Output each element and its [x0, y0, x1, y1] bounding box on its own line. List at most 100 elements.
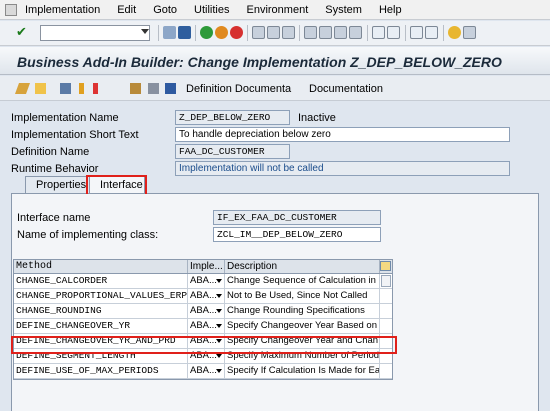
menu-implementation[interactable]: Implementation	[25, 4, 100, 16]
menu-utilities[interactable]: Utilities	[194, 4, 229, 16]
chevron-down-icon[interactable]	[216, 324, 222, 328]
enter-check-icon[interactable]: ✔	[16, 25, 28, 38]
layout-icon[interactable]	[410, 26, 423, 39]
implementation-value: ABA...	[190, 320, 217, 331]
methods-table: Method Imple... Description CHANGE_CALCO…	[13, 259, 393, 380]
activate-icon[interactable]	[35, 83, 46, 94]
customize-icon[interactable]	[425, 26, 438, 39]
implementation-cell[interactable]: ABA...	[188, 349, 225, 363]
cancel-icon[interactable]	[230, 26, 243, 39]
previous-page-icon[interactable]	[319, 26, 332, 39]
method-cell[interactable]: DEFINE_USE_OF_MAX_PERIODS	[14, 364, 188, 378]
chevron-down-icon[interactable]	[216, 279, 222, 283]
toolbar-separator	[247, 25, 248, 41]
last-page-icon[interactable]	[349, 26, 362, 39]
command-dropdown-icon[interactable]	[141, 29, 149, 34]
description-cell: Change Sequence of Calculation in	[225, 274, 380, 288]
tab-properties[interactable]: Properties	[25, 176, 87, 194]
row-spacer	[380, 364, 392, 378]
column-description[interactable]: Description	[225, 260, 380, 273]
display-change-icon[interactable]	[14, 83, 31, 94]
menu-goto[interactable]: Goto	[153, 4, 177, 16]
back-history-icon[interactable]	[163, 26, 176, 39]
table-row[interactable]: DEFINE_SEGMENT_LENGTH ABA... Specify Maxim…	[14, 349, 392, 364]
implementing-class-field[interactable]: ZCL_IM__DEP_BELOW_ZERO	[213, 227, 381, 242]
row-spacer	[380, 349, 392, 363]
chevron-down-icon[interactable]	[216, 309, 222, 313]
table-scrollbar[interactable]	[381, 275, 391, 287]
command-field[interactable]	[40, 25, 150, 41]
column-implementation[interactable]: Imple...	[188, 260, 225, 273]
method-cell[interactable]: DEFINE_CHANGEOVER_YR_AND_PRD	[14, 334, 188, 348]
implementation-value: ABA...	[190, 365, 217, 376]
documentation-info-icon[interactable]	[165, 83, 176, 94]
create-shortcut-icon[interactable]	[387, 26, 400, 39]
chevron-down-icon[interactable]	[216, 369, 222, 373]
first-page-icon[interactable]	[304, 26, 317, 39]
save-icon[interactable]	[178, 26, 191, 39]
method-cell[interactable]: DEFINE_SEGMENT_LENGTH	[14, 349, 188, 363]
window-menu-icon[interactable]	[5, 3, 17, 16]
hierarchy-icon[interactable]	[60, 83, 71, 94]
method-cell[interactable]: CHANGE_PROPORTIONAL_VALUES_ERP	[14, 289, 188, 303]
print-icon[interactable]	[252, 26, 265, 39]
menu-help[interactable]: Help	[379, 4, 402, 16]
table-row[interactable]: DEFINE_USE_OF_MAX_PERIODS ABA... Specify I…	[14, 364, 392, 379]
method-cell[interactable]: CHANGE_ROUNDING	[14, 304, 188, 318]
method-cell[interactable]: CHANGE_CALCORDER	[14, 274, 188, 288]
find-next-icon[interactable]	[282, 26, 295, 39]
implementation-value: ABA...	[190, 275, 217, 286]
info-icon[interactable]	[79, 83, 84, 94]
implementation-cell[interactable]: ABA...	[188, 364, 225, 378]
menu-edit[interactable]: Edit	[117, 4, 136, 16]
implementation-cell[interactable]: ABA...	[188, 319, 225, 333]
help-icon[interactable]	[448, 26, 461, 39]
table-settings-icon[interactable]	[380, 261, 391, 271]
description-cell: Specify Maximum Number of Periods	[227, 349, 380, 363]
description-cell: Specify Changeover Year and Chan	[227, 334, 380, 348]
table-row[interactable]: DEFINE_CHANGEOVER_YR_AND_PRD ABA... Specif…	[14, 334, 392, 349]
toolbar-separator	[195, 25, 196, 41]
description-cell: Specify Changeover Year Based on	[225, 319, 380, 333]
new-session-icon[interactable]	[372, 26, 385, 39]
column-method[interactable]: Method	[14, 260, 188, 273]
menu-environment[interactable]: Environment	[247, 4, 309, 16]
toolbar-separator	[299, 25, 300, 41]
table-row[interactable]: CHANGE_ROUNDING ABA... Change Rounding Spe…	[14, 304, 392, 319]
title-bar: Business Add-In Builder: Change Implemen…	[0, 47, 550, 75]
flag-icon[interactable]	[93, 83, 98, 94]
definition-documentation-button[interactable]: Definition Documenta	[186, 83, 291, 95]
back-icon[interactable]	[200, 26, 213, 39]
implementation-cell[interactable]: ABA...	[188, 274, 225, 288]
exit-icon[interactable]	[215, 26, 228, 39]
runtime-behavior-field: Implementation will not be called	[175, 161, 510, 176]
menu-system[interactable]: System	[325, 4, 362, 16]
row-spacer	[380, 319, 392, 333]
short-text-field[interactable]: To handle depreciation below zero	[175, 127, 510, 142]
next-page-icon[interactable]	[334, 26, 347, 39]
short-text-label: Implementation Short Text	[11, 129, 139, 141]
table-row[interactable]: DEFINE_CHANGEOVER_YR ABA... Specify Change…	[14, 319, 392, 334]
settings-icon[interactable]	[463, 26, 476, 39]
interface-name-field: IF_EX_FAA_DC_CUSTOMER	[213, 210, 381, 225]
implementation-name-label: Implementation Name	[11, 112, 119, 124]
find-icon[interactable]	[267, 26, 280, 39]
table-row[interactable]: CHANGE_PROPORTIONAL_VALUES_ERP ABA... Not …	[14, 289, 392, 304]
chevron-down-icon[interactable]	[216, 339, 222, 343]
implementation-value: ABA...	[190, 305, 217, 316]
tab-interface[interactable]: Interface	[89, 176, 145, 194]
implementation-cell[interactable]: ABA...	[188, 334, 225, 348]
implementation-cell[interactable]: ABA...	[188, 304, 225, 318]
method-cell[interactable]: DEFINE_CHANGEOVER_YR	[14, 319, 188, 333]
chevron-down-icon[interactable]	[216, 294, 222, 298]
documentation-button[interactable]: Documentation	[309, 83, 383, 95]
row-spacer	[380, 289, 392, 303]
standard-toolbar: ✔	[0, 21, 550, 46]
implementation-cell[interactable]: ABA...	[188, 289, 225, 303]
print-layout-icon[interactable]	[148, 83, 159, 94]
tree-icon[interactable]	[130, 83, 141, 94]
toolbar-separator	[443, 25, 444, 41]
table-row[interactable]: CHANGE_CALCORDER ABA... Change Sequence of…	[14, 274, 392, 289]
toolbar-separator	[405, 25, 406, 41]
chevron-down-icon[interactable]	[216, 354, 222, 358]
